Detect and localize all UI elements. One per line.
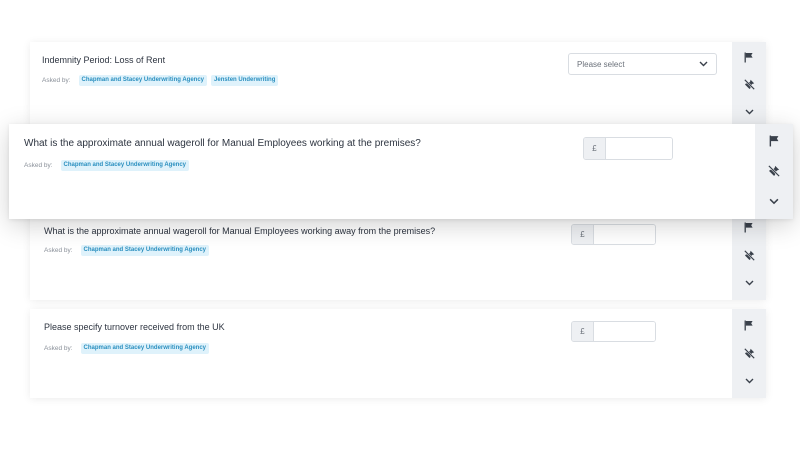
action-rail xyxy=(732,205,766,300)
currency-prefix: £ xyxy=(584,138,606,159)
asker-tag: Chapman and Stacey Underwriting Agency xyxy=(80,245,210,256)
flag-button[interactable] xyxy=(735,44,763,71)
action-rail xyxy=(755,124,793,219)
currency-prefix: £ xyxy=(572,322,594,341)
unpin-icon xyxy=(743,79,755,91)
expand-button[interactable] xyxy=(735,99,763,126)
action-rail xyxy=(732,42,766,126)
expand-button[interactable] xyxy=(735,367,763,395)
asked-by: Asked by: Chapman and Stacey Underwritin… xyxy=(44,245,210,256)
select-placeholder: Please select xyxy=(577,59,625,69)
asked-by-label: Asked by: xyxy=(42,77,71,84)
unpin-icon xyxy=(743,249,755,261)
question-text: What is the approximate annual wageroll … xyxy=(44,226,436,236)
unpin-button[interactable] xyxy=(760,156,788,186)
unpin-button[interactable] xyxy=(735,339,763,367)
chevron-down-icon xyxy=(769,198,779,204)
question-text: Please specify turnover received from th… xyxy=(44,322,225,332)
wageroll-away-input[interactable] xyxy=(594,225,655,244)
unpin-icon xyxy=(768,165,780,177)
wageroll-premises-input[interactable] xyxy=(606,138,672,159)
chevron-down-icon xyxy=(745,280,753,286)
action-rail xyxy=(732,309,766,398)
chevron-down-icon xyxy=(745,378,753,384)
currency-prefix: £ xyxy=(572,225,594,244)
wageroll-away-input-group: £ xyxy=(571,224,656,245)
question-text: Indemnity Period: Loss of Rent xyxy=(42,55,166,65)
expand-button[interactable] xyxy=(760,186,788,216)
question-card-turnover-uk: Please specify turnover received from th… xyxy=(30,309,766,398)
chevron-down-icon xyxy=(745,109,753,115)
unpin-button[interactable] xyxy=(735,71,763,98)
flag-button[interactable] xyxy=(735,311,763,339)
indemnity-period-select[interactable]: Please select xyxy=(568,53,717,75)
asked-by-label: Asked by: xyxy=(44,345,73,352)
asker-tag: Chapman and Stacey Underwriting Agency xyxy=(80,343,210,354)
chevron-down-icon xyxy=(699,61,708,67)
turnover-uk-input-group: £ xyxy=(571,321,656,342)
flag-icon xyxy=(744,52,753,63)
question-text: What is the approximate annual wageroll … xyxy=(24,138,421,149)
asker-tag: Jensten Underwriting xyxy=(211,75,279,86)
wageroll-premises-input-group: £ xyxy=(583,137,673,160)
flag-button[interactable] xyxy=(760,126,788,156)
question-card-wageroll-away: What is the approximate annual wageroll … xyxy=(30,205,766,300)
asked-by-label: Asked by: xyxy=(24,162,53,169)
asked-by: Asked by: Chapman and Stacey Underwritin… xyxy=(44,343,210,354)
asker-tag: Chapman and Stacey Underwriting Agency xyxy=(78,75,208,86)
turnover-uk-input[interactable] xyxy=(594,322,655,341)
expand-button[interactable] xyxy=(735,269,763,297)
asked-by-label: Asked by: xyxy=(44,247,73,254)
asked-by: Asked by: Chapman and Stacey Underwritin… xyxy=(42,75,279,86)
question-card-indemnity: Indemnity Period: Loss of Rent Asked by:… xyxy=(30,42,766,126)
asked-by: Asked by: Chapman and Stacey Underwritin… xyxy=(24,160,190,171)
unpin-button[interactable] xyxy=(735,241,763,269)
question-card-wageroll-premises: What is the approximate annual wageroll … xyxy=(9,124,793,219)
unpin-icon xyxy=(743,347,755,359)
flag-icon xyxy=(744,320,753,330)
asker-tag: Chapman and Stacey Underwriting Agency xyxy=(60,160,190,171)
flag-icon xyxy=(744,222,753,232)
flag-icon xyxy=(769,135,778,147)
